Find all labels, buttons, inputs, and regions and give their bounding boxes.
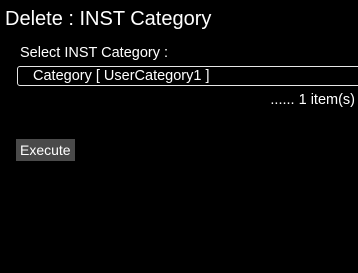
category-selector[interactable]: Category [ UserCategory1 ]	[17, 66, 358, 86]
execute-button[interactable]: Execute	[16, 139, 75, 161]
delete-inst-category-screen: Delete : INST Category Select INST Categ…	[0, 0, 358, 273]
page-title: Delete : INST Category	[5, 8, 212, 30]
select-category-prompt: Select INST Category :	[20, 45, 169, 61]
item-count: ...... 1 item(s)	[270, 92, 355, 108]
selected-category-label: Category [ UserCategory1 ]	[33, 68, 210, 84]
